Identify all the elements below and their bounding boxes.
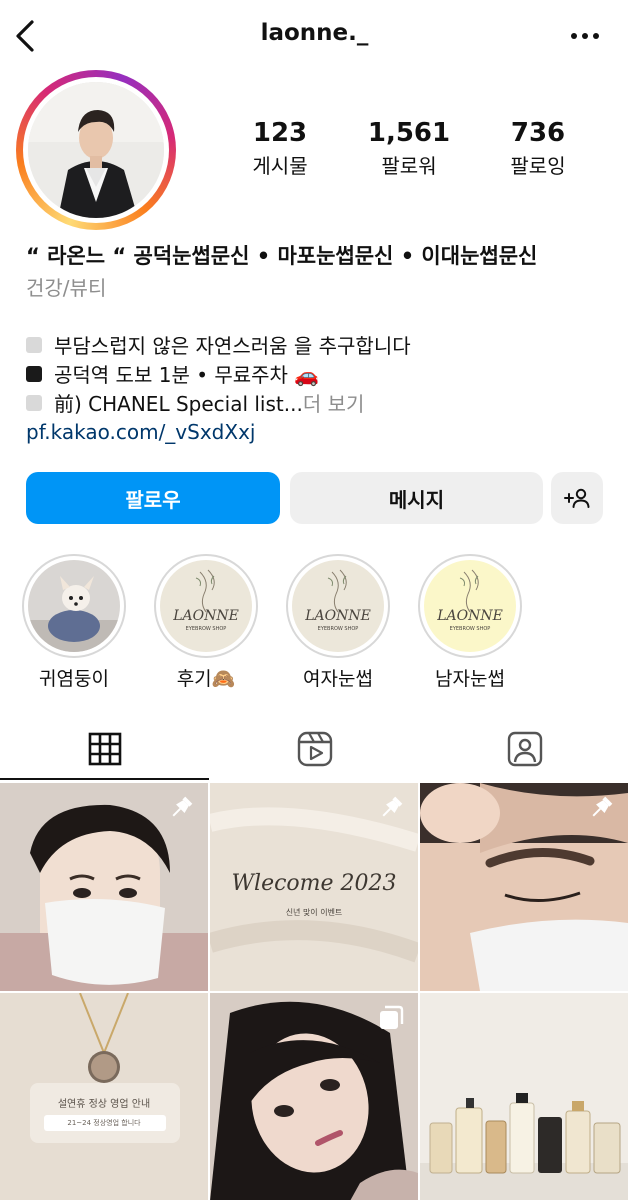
post-subtitle: 신년 맞이 이벤트	[285, 908, 343, 917]
post-thumbnail[interactable]	[420, 783, 628, 991]
tab-active-indicator	[0, 778, 209, 780]
add-user-icon	[564, 488, 590, 508]
bio-line-3-text: 前) CHANEL Special list...	[54, 392, 303, 416]
bio-line-2: 공덕역 도보 1분 • 무료주차 🚗	[26, 359, 319, 388]
highlight-item[interactable]: LAONNE EYEBROW SHOP 남자눈썹	[418, 554, 522, 691]
highlight-label: 귀염둥이	[39, 668, 109, 690]
grid-icon	[88, 732, 121, 766]
avatar-photo-art	[28, 82, 164, 218]
highlight-ring: LAONNE EYEBROW SHOP	[154, 554, 258, 658]
gray-square-icon	[26, 336, 42, 353]
followers-count: 1,561	[367, 118, 451, 148]
tab-reels[interactable]	[210, 718, 419, 780]
post-subtitle: 21~24 정상영업 합니다	[67, 1119, 141, 1127]
bio-display-name: “ 라온느 “ 공덕눈썹문신 • 마포눈썹문신 • 이대눈썹문신	[26, 244, 538, 268]
tab-tagged[interactable]	[420, 718, 629, 780]
post-thumbnail[interactable]	[210, 993, 418, 1200]
laonne-logo-subtext: EYEBROW SHOP	[317, 626, 359, 632]
highlight-cover: LAONNE EYEBROW SHOP	[292, 560, 384, 652]
carousel-multiple-icon	[380, 1005, 404, 1029]
post-thumbnail[interactable]: Wlecome 2023 신년 맞이 이벤트	[210, 783, 418, 991]
avatar-frame	[23, 77, 169, 223]
post-thumbnail[interactable]	[0, 783, 208, 991]
gray-square-icon	[26, 394, 42, 411]
bio-category: 건강/뷰티	[26, 276, 107, 300]
laonne-logo-subtext: EYEBROW SHOP	[449, 626, 491, 632]
laonne-logo-text: LAONNE	[305, 608, 371, 624]
add-user-button[interactable]	[551, 472, 603, 524]
stat-posts[interactable]: 123 게시물	[220, 118, 340, 179]
bio-line-1: 부담스럽지 않은 자연스러움 을 추구합니다	[26, 330, 411, 359]
bio-line-2-text: 공덕역 도보 1분 • 무료주차 🚗	[54, 363, 320, 387]
avatar-story-ring[interactable]	[16, 70, 176, 230]
bio-line-3: 前) CHANEL Special list... 더 보기	[26, 388, 364, 417]
highlight-label: 남자눈썹	[435, 668, 505, 690]
reels-icon	[297, 731, 332, 767]
laonne-logo	[195, 569, 215, 613]
tagged-user-icon	[507, 731, 542, 767]
post-title: Wlecome 2023	[231, 871, 397, 896]
post-photo-perfume-bottles	[420, 993, 628, 1200]
following-label: 팔로잉	[510, 154, 566, 178]
highlight-cover: LAONNE EYEBROW SHOP	[160, 560, 252, 652]
bio-more-link[interactable]: 더 보기	[303, 388, 365, 417]
follow-button[interactable]: 팔로우	[26, 472, 280, 524]
highlight-ring	[22, 554, 126, 658]
post-thumbnail[interactable]	[420, 993, 628, 1200]
following-count: 736	[510, 118, 566, 148]
posts-count: 123	[252, 118, 308, 148]
highlight-item[interactable]: 귀염둥이	[22, 554, 126, 691]
message-button[interactable]: 메시지	[290, 472, 543, 524]
bio-external-link[interactable]: pf.kakao.com/_vSxdXxj	[26, 420, 255, 444]
pin-icon	[592, 796, 613, 817]
followers-label: 팔로워	[381, 154, 437, 178]
tab-posts-grid[interactable]	[0, 718, 209, 780]
pin-icon	[382, 796, 403, 817]
black-square-icon	[26, 365, 42, 382]
highlight-ring: LAONNE EYEBROW SHOP	[418, 554, 522, 658]
more-horizontal-icon[interactable]	[569, 24, 601, 48]
stat-following[interactable]: 736 팔로잉	[478, 118, 598, 179]
highlight-item[interactable]: LAONNE EYEBROW SHOP 여자눈썹	[286, 554, 390, 691]
dog-photo	[28, 560, 120, 652]
post-thumbnail[interactable]: 설연휴 정상 영업 안내 21~24 정상영업 합니다	[0, 993, 208, 1200]
highlight-item[interactable]: LAONNE EYEBROW SHOP 후기🙈	[154, 554, 258, 691]
bio-line-1-text: 부담스럽지 않은 자연스러움 을 추구합니다	[54, 334, 411, 358]
post-title: 설연휴 정상 영업 안내	[57, 1099, 151, 1110]
highlight-ring: LAONNE EYEBROW SHOP	[286, 554, 390, 658]
top-bar: laonne._	[0, 0, 629, 72]
profile-username: laonne._	[260, 20, 369, 46]
highlight-cover: LAONNE EYEBROW SHOP	[424, 560, 516, 652]
highlight-label: 후기🙈	[176, 668, 236, 690]
highlight-cover	[28, 560, 120, 652]
laonne-logo	[327, 569, 347, 613]
avatar	[28, 82, 164, 218]
pin-icon	[172, 796, 193, 817]
laonne-logo-text: LAONNE	[173, 608, 239, 624]
stat-followers[interactable]: 1,561 팔로워	[349, 118, 469, 179]
laonne-logo	[459, 569, 479, 613]
laonne-logo-text: LAONNE	[437, 608, 503, 624]
posts-label: 게시물	[252, 154, 308, 178]
laonne-logo-subtext: EYEBROW SHOP	[185, 626, 227, 632]
highlight-label: 여자눈썹	[303, 668, 373, 690]
